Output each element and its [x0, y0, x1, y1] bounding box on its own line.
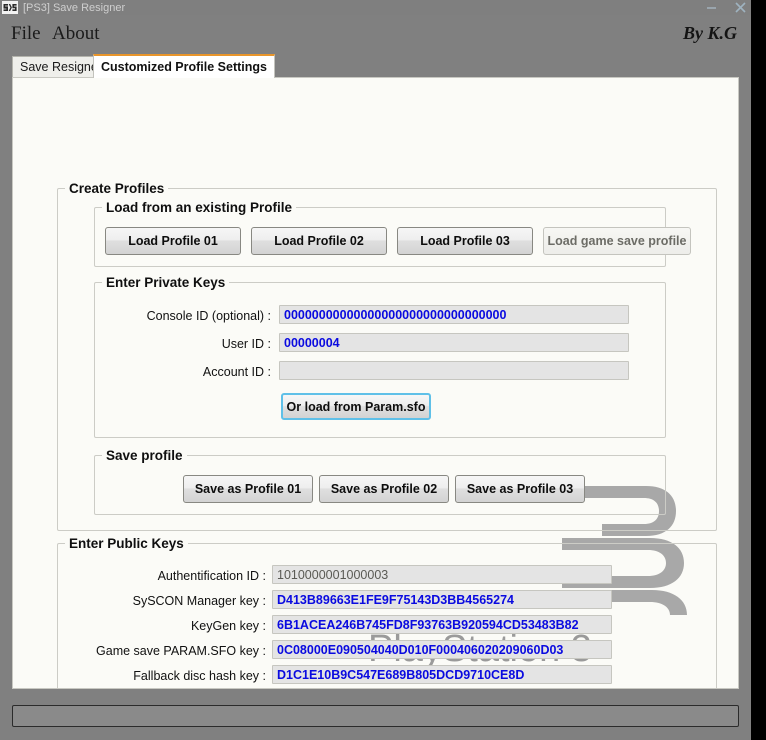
menu-bar: File About By K.G: [0, 15, 751, 51]
syscon-manager-key-label: SySCON Manager key :: [132, 594, 266, 608]
save-profile-group: Save profile Save as Profile 01 Save as …: [94, 448, 666, 515]
authentification-id-input[interactable]: 1010000001000003: [272, 565, 612, 584]
save-as-profile-02-button[interactable]: Save as Profile 02: [319, 475, 449, 503]
user-id-input[interactable]: 00000004: [279, 333, 629, 352]
save-as-profile-03-button[interactable]: Save as Profile 03: [455, 475, 585, 503]
save-as-profile-01-button[interactable]: Save as Profile 01: [183, 475, 313, 503]
window-title: [PS3] Save Resigner: [23, 1, 126, 14]
load-from-param-sfo-button[interactable]: Or load from Param.sfo: [281, 393, 431, 420]
load-profile-02-button[interactable]: Load Profile 02: [251, 227, 387, 255]
game-save-param-sfo-key-label: Game save PARAM.SFO key :: [96, 644, 266, 658]
minimize-icon: [707, 6, 716, 9]
menu-about[interactable]: About: [52, 23, 100, 44]
author-byline: By K.G: [683, 23, 737, 43]
load-existing-profile-group: Load from an existing Profile Load Profi…: [94, 200, 691, 267]
authentification-id-label: Authentification ID :: [157, 569, 266, 583]
public-keys-legend: Enter Public Keys: [65, 536, 188, 551]
minimize-button[interactable]: [705, 1, 718, 14]
close-button[interactable]: [734, 1, 747, 14]
account-id-label: Account ID :: [202, 365, 271, 379]
close-icon: [735, 2, 746, 13]
tab-customized-profile-settings[interactable]: Customized Profile Settings: [93, 54, 275, 78]
load-game-save-profile-button[interactable]: Load game save profile: [543, 227, 691, 255]
create-profiles-legend: Create Profiles: [65, 181, 169, 196]
desktop-background: [751, 0, 766, 740]
menu-file[interactable]: File: [11, 23, 41, 44]
title-bar: [PS3] Save Resigner: [0, 0, 751, 15]
keygen-key-input[interactable]: 6B1ACEA246B745FD8F93763B920594CD53483B82: [272, 615, 612, 634]
tab-content-panel: PlayStation 3 Create Profiles Load from …: [12, 77, 739, 689]
save-profile-legend: Save profile: [102, 448, 187, 463]
status-progress-bar: [12, 705, 739, 727]
console-id-input[interactable]: 00000000000000000000000000000000: [279, 305, 629, 324]
game-save-param-sfo-key-input[interactable]: 0C08000E090504040D010F000406020209060D03: [272, 640, 612, 659]
ps3-logo-icon: [2, 1, 18, 14]
private-keys-legend: Enter Private Keys: [102, 275, 230, 290]
account-id-input[interactable]: [279, 361, 629, 380]
fallback-disc-hash-key-input[interactable]: D1C1E10B9C547E689B805DCD9710CE8D: [272, 665, 612, 684]
fallback-disc-hash-key-label: Fallback disc hash key :: [133, 669, 266, 683]
window-controls: [705, 0, 747, 15]
create-profiles-group: Create Profiles Load from an existing Pr…: [57, 181, 717, 531]
application-window: [PS3] Save Resigner File About By K.G Sa…: [0, 0, 751, 740]
load-profile-01-button[interactable]: Load Profile 01: [105, 227, 241, 255]
console-id-label: Console ID (optional) :: [146, 309, 271, 323]
private-keys-group: Enter Private Keys Console ID (optional)…: [94, 275, 666, 438]
public-keys-group: Enter Public Keys Authentification ID : …: [57, 536, 717, 688]
load-profile-03-button[interactable]: Load Profile 03: [397, 227, 533, 255]
user-id-label: User ID :: [221, 337, 271, 351]
syscon-manager-key-input[interactable]: D413B89663E1FE9F75143D3BB4565274: [272, 590, 612, 609]
load-existing-profile-legend: Load from an existing Profile: [102, 200, 297, 215]
keygen-key-label: KeyGen key :: [190, 619, 266, 633]
